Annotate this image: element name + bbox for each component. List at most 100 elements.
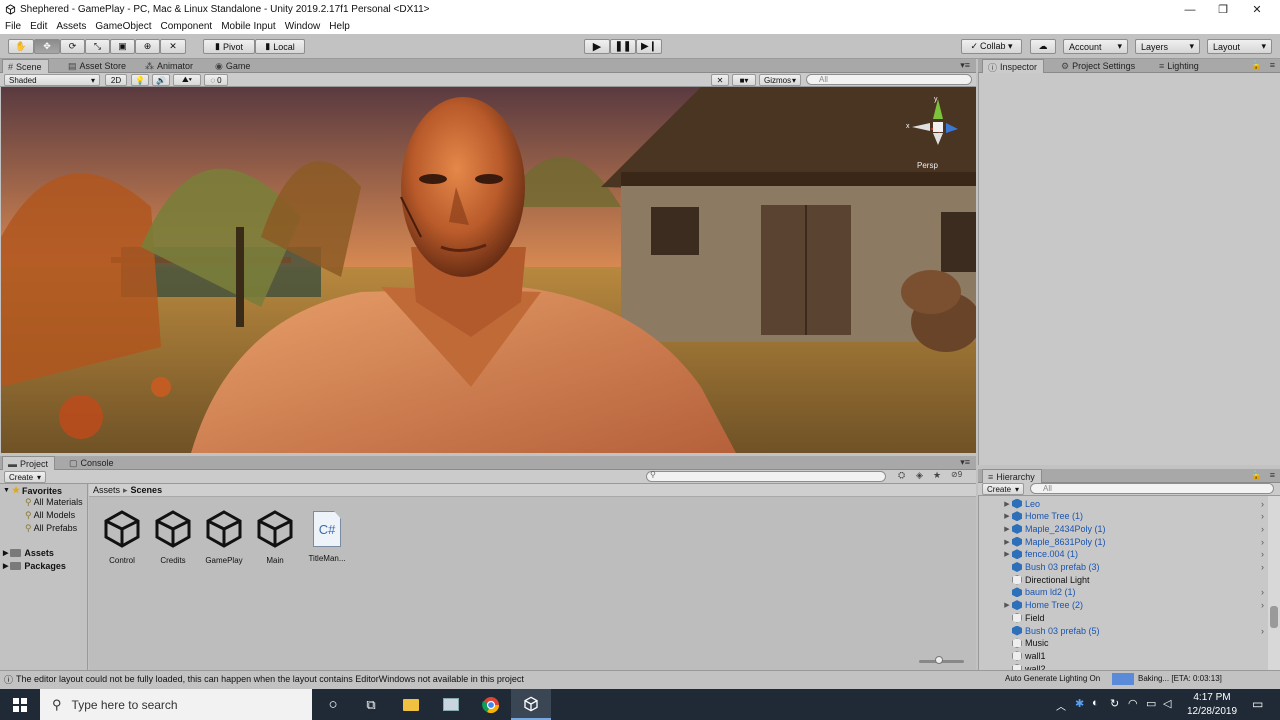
breadcrumb-assets[interactable]: Assets xyxy=(93,485,120,495)
favorite-star-icon[interactable]: ★ xyxy=(933,470,941,481)
hidden-packages-toggle[interactable]: ⊘9 xyxy=(951,470,962,479)
maximize-button[interactable]: ❐ xyxy=(1206,0,1240,19)
tab-asset-store[interactable]: ▤ Asset Store xyxy=(63,59,132,73)
menu-file[interactable]: File xyxy=(5,21,21,32)
open-prefab-icon[interactable]: › xyxy=(1261,600,1264,610)
asset-scene-credits[interactable]: Credits xyxy=(148,509,198,565)
asset-scene-main[interactable]: Main xyxy=(250,509,300,565)
bluetooth-icon[interactable]: ✱ xyxy=(1075,697,1084,710)
panel-menu-icon[interactable]: ▾≡ xyxy=(960,60,970,71)
wifi-icon[interactable]: ◠ xyxy=(1128,697,1138,710)
chevron-right-icon[interactable]: ▶ xyxy=(1002,538,1012,546)
notifications-icon[interactable]: ▭ xyxy=(1252,697,1263,711)
favorites-header[interactable]: ▼ ★ Favorites xyxy=(3,485,62,496)
menu-mobile-input[interactable]: Mobile Input xyxy=(221,21,275,32)
close-button[interactable]: ✕ xyxy=(1240,0,1274,19)
chevron-up-icon[interactable]: ︿ xyxy=(1056,698,1066,713)
tools-settings-button[interactable]: ✕ xyxy=(711,74,729,86)
clock-time[interactable]: 4:17 PM xyxy=(1186,692,1238,703)
clock-date[interactable]: 12/28/2019 xyxy=(1182,706,1242,717)
collab-button[interactable]: ✓ Collab ▾ xyxy=(961,39,1022,54)
panel-menu-icon[interactable]: ▾≡ xyxy=(960,457,970,468)
lock-icon[interactable]: 🔒 xyxy=(1251,60,1262,71)
layout-dropdown[interactable]: Layout ▾ xyxy=(1207,39,1272,54)
draw-mode-dropdown[interactable]: Shaded ▾ xyxy=(4,74,100,86)
hierarchy-item[interactable]: Bush 03 prefab (5) › xyxy=(985,624,1270,637)
favorite-item-materials[interactable]: ⚲ All Materials xyxy=(25,497,88,508)
layers-dropdown[interactable]: Layers ▾ xyxy=(1135,39,1200,54)
scene-search-input[interactable]: All xyxy=(806,74,972,85)
breadcrumb-scenes[interactable]: Scenes xyxy=(131,485,163,495)
project-create-dropdown[interactable]: Create ▾ xyxy=(4,471,46,483)
status-message[interactable]: The editor layout could not be fully loa… xyxy=(16,674,524,684)
panel-menu-icon[interactable]: ≡ xyxy=(1270,470,1275,480)
hierarchy-item[interactable]: Bush 03 prefab (3) › xyxy=(985,561,1270,574)
unity-taskbar-button[interactable] xyxy=(511,689,551,720)
favorite-item-models[interactable]: ⚲ All Models xyxy=(25,510,75,521)
hierarchy-item[interactable]: wall1 xyxy=(985,649,1270,662)
hierarchy-item[interactable]: ▶ Maple_2434Poly (1) › xyxy=(985,522,1270,535)
gizmos-dropdown[interactable]: Gizmos ▾ xyxy=(759,74,801,86)
menu-component[interactable]: Component xyxy=(161,21,213,32)
asset-scene-control[interactable]: Control xyxy=(97,509,147,565)
open-prefab-icon[interactable]: › xyxy=(1261,511,1264,521)
assets-folder[interactable]: ▶ Assets xyxy=(3,548,54,558)
hierarchy-search-input[interactable]: All xyxy=(1030,483,1274,494)
transform-tool-button[interactable]: ⊕ xyxy=(135,39,160,54)
hierarchy-item[interactable]: ▶ Home Tree (2) › xyxy=(985,599,1270,612)
taskbar-search-box[interactable]: ⚲ Type here to search xyxy=(40,689,312,720)
step-button[interactable]: ▶❙ xyxy=(636,39,662,54)
minimize-button[interactable]: — xyxy=(1173,0,1207,19)
move-tool-button[interactable]: ✥ xyxy=(34,39,60,54)
persp-label[interactable]: Persp xyxy=(917,161,938,170)
volume-icon[interactable]: ◁ xyxy=(1163,697,1171,710)
tab-project[interactable]: ▬ Project xyxy=(2,456,56,471)
open-prefab-icon[interactable]: › xyxy=(1261,499,1264,509)
rotate-tool-button[interactable]: ⟳ xyxy=(60,39,85,54)
asset-script-titlemanager[interactable]: C# TitleMan... xyxy=(302,509,352,563)
open-prefab-icon[interactable]: › xyxy=(1261,524,1264,534)
tab-inspector[interactable]: ⓘ Inspector xyxy=(982,59,1045,74)
tab-animator[interactable]: ⁂ Animator xyxy=(140,59,199,73)
image-app-button[interactable] xyxy=(431,689,471,720)
account-dropdown[interactable]: Account ▾ xyxy=(1063,39,1128,54)
menu-help[interactable]: Help xyxy=(329,21,350,32)
menu-window[interactable]: Window xyxy=(285,21,321,32)
sync-icon[interactable]: ↻ xyxy=(1110,697,1119,710)
battery-icon[interactable]: ▭ xyxy=(1146,697,1156,710)
packages-folder[interactable]: ▶ Packages xyxy=(3,561,66,571)
chrome-button[interactable] xyxy=(471,689,511,720)
hierarchy-item[interactable]: Music xyxy=(985,637,1270,650)
effects-dropdown[interactable]: ⛰▾ xyxy=(173,74,201,86)
open-prefab-icon[interactable]: › xyxy=(1261,587,1264,597)
tab-hierarchy[interactable]: ≡ Hierarchy xyxy=(982,469,1042,484)
lighting-toggle[interactable]: 💡 xyxy=(131,74,149,86)
hidden-objects-toggle[interactable]: ◌ 0 xyxy=(204,74,228,86)
open-prefab-icon[interactable]: › xyxy=(1261,626,1264,636)
orientation-gizmo[interactable]: y x xyxy=(906,95,970,159)
scale-tool-button[interactable]: ⤡ xyxy=(85,39,110,54)
start-button[interactable] xyxy=(0,689,40,720)
open-prefab-icon[interactable]: › xyxy=(1261,537,1264,547)
lock-icon[interactable]: 🔒 xyxy=(1251,470,1262,481)
rect-tool-button[interactable]: ▣ xyxy=(110,39,135,54)
asset-scene-gameplay[interactable]: GamePlay xyxy=(199,509,249,565)
tab-lighting[interactable]: ≡ Lighting xyxy=(1154,59,1205,73)
baking-status[interactable]: Baking... [ETA: 0:03:13] xyxy=(1138,674,1222,683)
panel-menu-icon[interactable]: ≡ xyxy=(1270,60,1275,70)
chevron-right-icon[interactable]: ▶ xyxy=(1002,525,1012,533)
hand-tool-button[interactable]: ✋ xyxy=(8,39,34,54)
hierarchy-item[interactable]: baum ld2 (1) › xyxy=(985,586,1270,599)
chevron-right-icon[interactable]: ▶ xyxy=(1002,512,1012,520)
2d-toggle[interactable]: 2D xyxy=(105,74,127,86)
task-view-button[interactable]: ⧉ xyxy=(351,689,391,720)
chevron-right-icon[interactable]: ▶ xyxy=(1002,500,1012,508)
file-explorer-button[interactable] xyxy=(391,689,431,720)
project-search-input[interactable] xyxy=(646,471,886,482)
hierarchy-item[interactable]: ▶ Leo › xyxy=(985,497,1270,510)
open-prefab-icon[interactable]: › xyxy=(1261,549,1264,559)
custom-tool-button[interactable]: ✕ xyxy=(160,39,186,54)
tab-project-settings[interactable]: ⚙ Project Settings xyxy=(1056,59,1141,73)
hierarchy-item[interactable]: ▶ Maple_8631Poly (1) › xyxy=(985,535,1270,548)
tab-scene[interactable]: # Scene xyxy=(2,59,49,74)
